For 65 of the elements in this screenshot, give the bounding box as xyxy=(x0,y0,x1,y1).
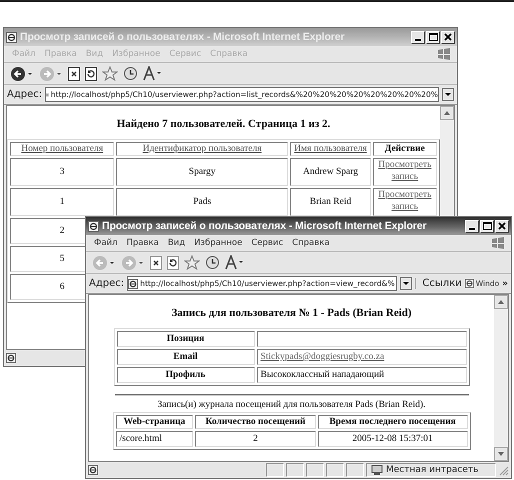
more-button[interactable]: » xyxy=(502,278,508,288)
dropdown-button[interactable] xyxy=(442,88,454,101)
close-icon xyxy=(498,222,506,230)
column-header: Количество посещений xyxy=(195,415,316,429)
font-icon[interactable] xyxy=(143,66,163,81)
column-header: Время последнего посещения xyxy=(318,415,468,429)
status-pane xyxy=(306,463,324,477)
field-label: Email xyxy=(116,349,254,365)
refresh-icon[interactable] xyxy=(85,66,97,80)
scroll-up-button[interactable] xyxy=(494,295,508,309)
maximize-icon xyxy=(482,222,492,230)
scroll-down-button[interactable] xyxy=(494,447,508,461)
field-label: Профиль xyxy=(116,367,254,383)
links-label[interactable]: Ссылки xyxy=(415,278,462,289)
refresh-icon[interactable] xyxy=(167,256,179,270)
star-icon[interactable] xyxy=(184,254,200,270)
table-cell: Spargy xyxy=(116,158,288,186)
status-pane xyxy=(326,463,344,477)
dropdown-button[interactable] xyxy=(400,277,412,290)
menu-item[interactable]: Вид xyxy=(168,238,186,248)
windows-logo-icon xyxy=(491,237,505,249)
menu-item[interactable]: Избранное xyxy=(194,238,242,248)
table-cell: /score.html xyxy=(116,431,194,447)
maximize-button[interactable] xyxy=(426,30,440,44)
history-icon[interactable] xyxy=(123,66,138,81)
menu-item[interactable]: Сервис xyxy=(251,238,284,248)
status-pane xyxy=(346,463,364,477)
table-cell: Brian Reid xyxy=(290,188,371,216)
menu-item[interactable]: Правка xyxy=(126,238,159,248)
field-value: Высококлассный нападающий xyxy=(256,367,466,383)
close-icon xyxy=(444,33,452,41)
maximize-icon xyxy=(428,33,438,41)
window-title: Просмотр записей о пользователях - Microsoft Internet Explorer xyxy=(20,31,346,43)
table-cell: 1 xyxy=(10,188,114,216)
menu-item[interactable]: Справка xyxy=(292,238,330,248)
stop-icon[interactable] xyxy=(150,256,162,270)
visits-caption: Запись(и) журнала посещений для пользователя Pads (Brian Reid). xyxy=(157,400,426,410)
font-icon[interactable] xyxy=(225,255,245,270)
table-cell: 2005-12-08 15:37:01 xyxy=(318,431,468,447)
table-cell: 3 xyxy=(10,158,114,186)
page-heading: Запись для пользователя № 1 - Pads (Brian Reid) xyxy=(171,307,412,319)
status-pane xyxy=(286,463,304,477)
column-header: Действие xyxy=(372,142,437,156)
address-label: Адрес: xyxy=(7,89,42,100)
maximize-button[interactable] xyxy=(480,220,494,232)
field-label: Позиция xyxy=(116,331,254,347)
star-icon[interactable] xyxy=(102,66,118,82)
stop-icon[interactable] xyxy=(68,66,80,80)
close-button[interactable] xyxy=(441,30,455,44)
table-cell: Pads xyxy=(116,188,288,216)
windows-logo-icon xyxy=(437,48,451,60)
minimize-button[interactable] xyxy=(465,220,479,232)
close-button[interactable] xyxy=(495,220,509,232)
page-heading: Найдено 7 пользователей. Страница 1 из 2. xyxy=(116,118,330,130)
column-header: Web-страница xyxy=(116,415,194,429)
status-pane xyxy=(266,463,284,477)
scroll-up-button[interactable] xyxy=(440,106,454,120)
computer-icon xyxy=(371,465,383,475)
resize-grip-icon[interactable] xyxy=(498,464,509,476)
zone-status: Местная интрасеть xyxy=(366,463,496,477)
minimize-button[interactable] xyxy=(411,30,425,44)
table-cell: 2 xyxy=(195,431,316,447)
table-cell: Andrew Sparg xyxy=(290,158,371,186)
back-icon[interactable] xyxy=(10,66,34,82)
history-icon[interactable] xyxy=(205,255,220,270)
